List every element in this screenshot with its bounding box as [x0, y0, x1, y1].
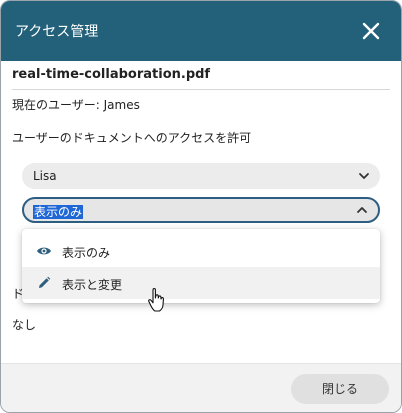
file-name: real-time-collaboration.pdf	[12, 67, 211, 82]
menu-item-view-only[interactable]: 表示のみ	[22, 235, 380, 267]
close-button[interactable]: 閉じる	[291, 374, 389, 404]
divider	[12, 89, 390, 90]
chevron-up-icon	[356, 205, 368, 215]
dialog-footer: 閉じる	[1, 363, 401, 412]
user-select[interactable]: Lisa	[22, 163, 380, 189]
permission-select[interactable]: 表示のみ	[22, 197, 380, 223]
dialog-header: アクセス管理	[1, 1, 401, 61]
eye-icon	[36, 244, 52, 258]
hand-cursor-icon	[147, 287, 167, 313]
grant-access-label: ユーザーのドキュメントへのアクセスを許可	[12, 131, 252, 145]
access-management-dialog: アクセス管理 real-time-collaboration.pdf 現在のユー…	[0, 0, 402, 413]
user-select-value: Lisa	[33, 169, 57, 183]
chevron-down-icon	[358, 171, 370, 181]
permissions-empty-text: なし	[12, 318, 37, 332]
menu-item-label: 表示と変更	[62, 278, 123, 292]
menu-item-view-and-edit[interactable]: 表示と変更	[22, 267, 380, 299]
dialog-title: アクセス管理	[15, 24, 99, 40]
current-user-text: 現在のユーザー: James	[12, 98, 140, 112]
permission-select-value: 表示のみ	[33, 205, 84, 219]
close-icon[interactable]	[357, 17, 385, 45]
permission-dropdown-menu: 表示のみ 表示と変更	[22, 229, 380, 303]
pencil-icon	[36, 276, 52, 290]
menu-item-label: 表示のみ	[62, 246, 111, 260]
